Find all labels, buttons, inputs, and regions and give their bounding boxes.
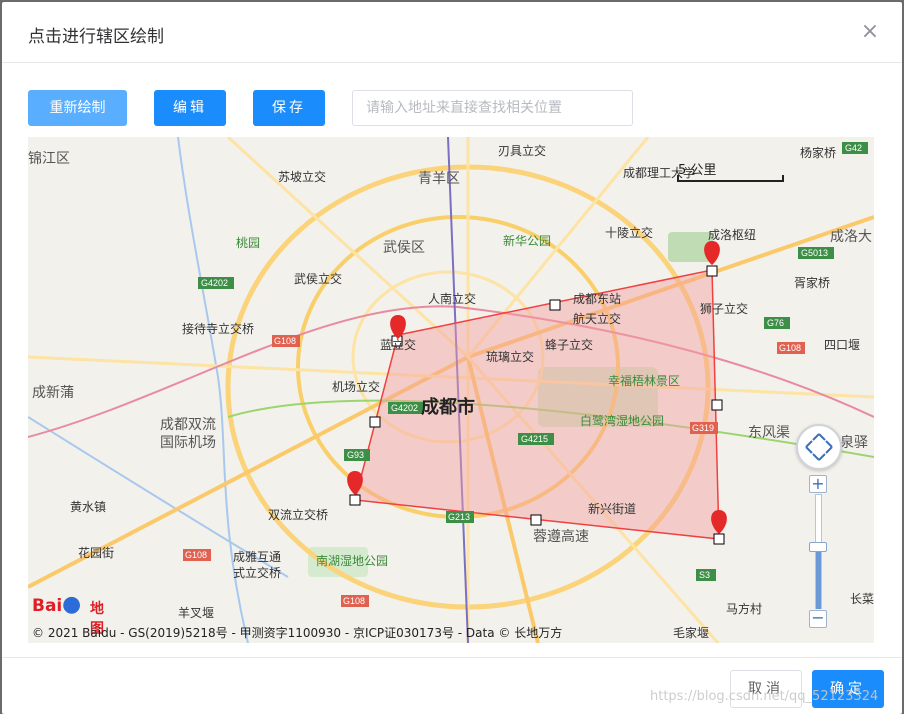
svg-text:四口堰: 四口堰 bbox=[824, 338, 860, 352]
svg-text:成洛大: 成洛大 bbox=[830, 229, 872, 245]
svg-text:G108: G108 bbox=[779, 343, 801, 353]
svg-text:黄水镇: 黄水镇 bbox=[70, 500, 106, 514]
svg-text:G4202: G4202 bbox=[391, 403, 418, 413]
svg-text:东风渠: 东风渠 bbox=[748, 425, 790, 441]
svg-text:国际机场: 国际机场 bbox=[160, 435, 216, 451]
svg-text:机场立交: 机场立交 bbox=[332, 379, 380, 394]
svg-text:白鹭湾湿地公园: 白鹭湾湿地公园 bbox=[580, 413, 664, 428]
svg-text:长菜: 长菜 bbox=[850, 592, 874, 606]
svg-text:成都双流: 成都双流 bbox=[160, 417, 216, 433]
svg-text:G4202: G4202 bbox=[201, 278, 228, 288]
svg-text:接待寺立交桥: 接待寺立交桥 bbox=[182, 321, 254, 336]
svg-text:成洛枢纽: 成洛枢纽 bbox=[708, 227, 756, 242]
svg-text:毛家堰: 毛家堰 bbox=[673, 625, 709, 640]
svg-text:成雅互通: 成雅互通 bbox=[233, 549, 281, 564]
paw-icon: ● bbox=[62, 592, 82, 617]
svg-text:青羊区: 青羊区 bbox=[418, 171, 460, 187]
svg-text:琉璃立交: 琉璃立交 bbox=[486, 349, 534, 364]
svg-text:双流立交桥: 双流立交桥 bbox=[268, 507, 328, 522]
watermark: https://blog.csdn.net/qq_52123324 bbox=[650, 689, 879, 704]
svg-text:成都市: 成都市 bbox=[421, 396, 475, 418]
svg-text:蓉遵高速: 蓉遵高速 bbox=[533, 528, 589, 545]
svg-text:式立交桥: 式立交桥 bbox=[233, 565, 281, 580]
svg-text:新华公园: 新华公园 bbox=[503, 233, 551, 248]
svg-text:G76: G76 bbox=[767, 318, 784, 328]
svg-text:泉驿: 泉驿 bbox=[840, 434, 868, 451]
zoom-in-button[interactable]: + bbox=[809, 475, 827, 493]
svg-text:人南立交: 人南立交 bbox=[428, 291, 476, 306]
map-copyright: © 2021 Baidu - GS(2019)5218号 - 甲测资字11009… bbox=[32, 626, 563, 640]
svg-text:G213: G213 bbox=[448, 512, 470, 522]
svg-text:G93: G93 bbox=[347, 450, 364, 460]
svg-text:幸福梧林景区: 幸福梧林景区 bbox=[608, 373, 680, 388]
map-pan-control[interactable] bbox=[796, 424, 842, 470]
svg-text:马方村: 马方村 bbox=[726, 601, 762, 616]
svg-text:武侯区: 武侯区 bbox=[383, 240, 425, 256]
save-button[interactable]: 保存 bbox=[253, 90, 325, 126]
svg-text:S3: S3 bbox=[699, 570, 710, 580]
svg-text:狮子立交: 狮子立交 bbox=[700, 301, 748, 316]
svg-text:蜂子立交: 蜂子立交 bbox=[545, 337, 593, 352]
dialog-header: 点击进行辖区绘制 × bbox=[2, 2, 902, 63]
svg-text:胥家桥: 胥家桥 bbox=[794, 275, 830, 290]
map-svg: G42 G5013 G4202 G76 G108 G4202 G4215 G31… bbox=[28, 137, 874, 643]
address-search-input[interactable] bbox=[352, 90, 633, 126]
svg-text:蓝立交: 蓝立交 bbox=[380, 337, 416, 352]
dialog-title: 点击进行辖区绘制 bbox=[28, 27, 164, 47]
badge-g42: G42 bbox=[845, 143, 862, 153]
svg-text:刃具立交: 刃具立交 bbox=[498, 143, 546, 158]
map-scale-label: 5 公里 bbox=[678, 163, 717, 178]
zoom-out-button[interactable]: − bbox=[809, 610, 827, 628]
logo-text: Bai bbox=[32, 596, 63, 616]
svg-text:桃园: 桃园 bbox=[236, 235, 260, 250]
svg-text:南湖湿地公园: 南湖湿地公园 bbox=[316, 553, 388, 568]
svg-text:G319: G319 bbox=[692, 423, 714, 433]
svg-text:G5013: G5013 bbox=[801, 248, 828, 258]
svg-text:成新蒲: 成新蒲 bbox=[32, 385, 74, 401]
svg-text:花园街: 花园街 bbox=[78, 545, 114, 560]
svg-text:G4215: G4215 bbox=[521, 434, 548, 444]
dialog-footer: 取消 确定 https://blog.csdn.net/qq_52123324 bbox=[2, 657, 902, 714]
draw-area-dialog: 点击进行辖区绘制 × 重新绘制 编辑 保存 请输入地址来直接查找相关位置 G42… bbox=[2, 2, 902, 714]
svg-text:武侯立交: 武侯立交 bbox=[294, 271, 342, 286]
svg-text:羊叉堰: 羊叉堰 bbox=[178, 605, 214, 620]
redraw-button[interactable]: 重新绘制 bbox=[28, 90, 127, 126]
edit-button[interactable]: 编辑 bbox=[154, 90, 226, 126]
svg-text:G108: G108 bbox=[343, 596, 365, 606]
svg-text:G108: G108 bbox=[274, 336, 296, 346]
svg-text:苏坡立交: 苏坡立交 bbox=[278, 169, 326, 184]
zoom-slider-fill bbox=[816, 549, 821, 609]
svg-text:航天立交: 航天立交 bbox=[573, 311, 621, 326]
svg-text:新兴街道: 新兴街道 bbox=[588, 501, 636, 516]
svg-text:成都东站: 成都东站 bbox=[573, 292, 621, 306]
zoom-slider-handle[interactable] bbox=[809, 542, 827, 552]
svg-text:十陵立交: 十陵立交 bbox=[605, 225, 653, 240]
svg-text:杨家桥: 杨家桥 bbox=[800, 145, 836, 160]
svg-text:G108: G108 bbox=[185, 550, 207, 560]
close-icon[interactable]: × bbox=[858, 20, 882, 44]
svg-text:锦江区: 锦江区 bbox=[28, 150, 70, 167]
map-canvas[interactable]: G42 G5013 G4202 G76 G108 G4202 G4215 G31… bbox=[28, 137, 874, 643]
